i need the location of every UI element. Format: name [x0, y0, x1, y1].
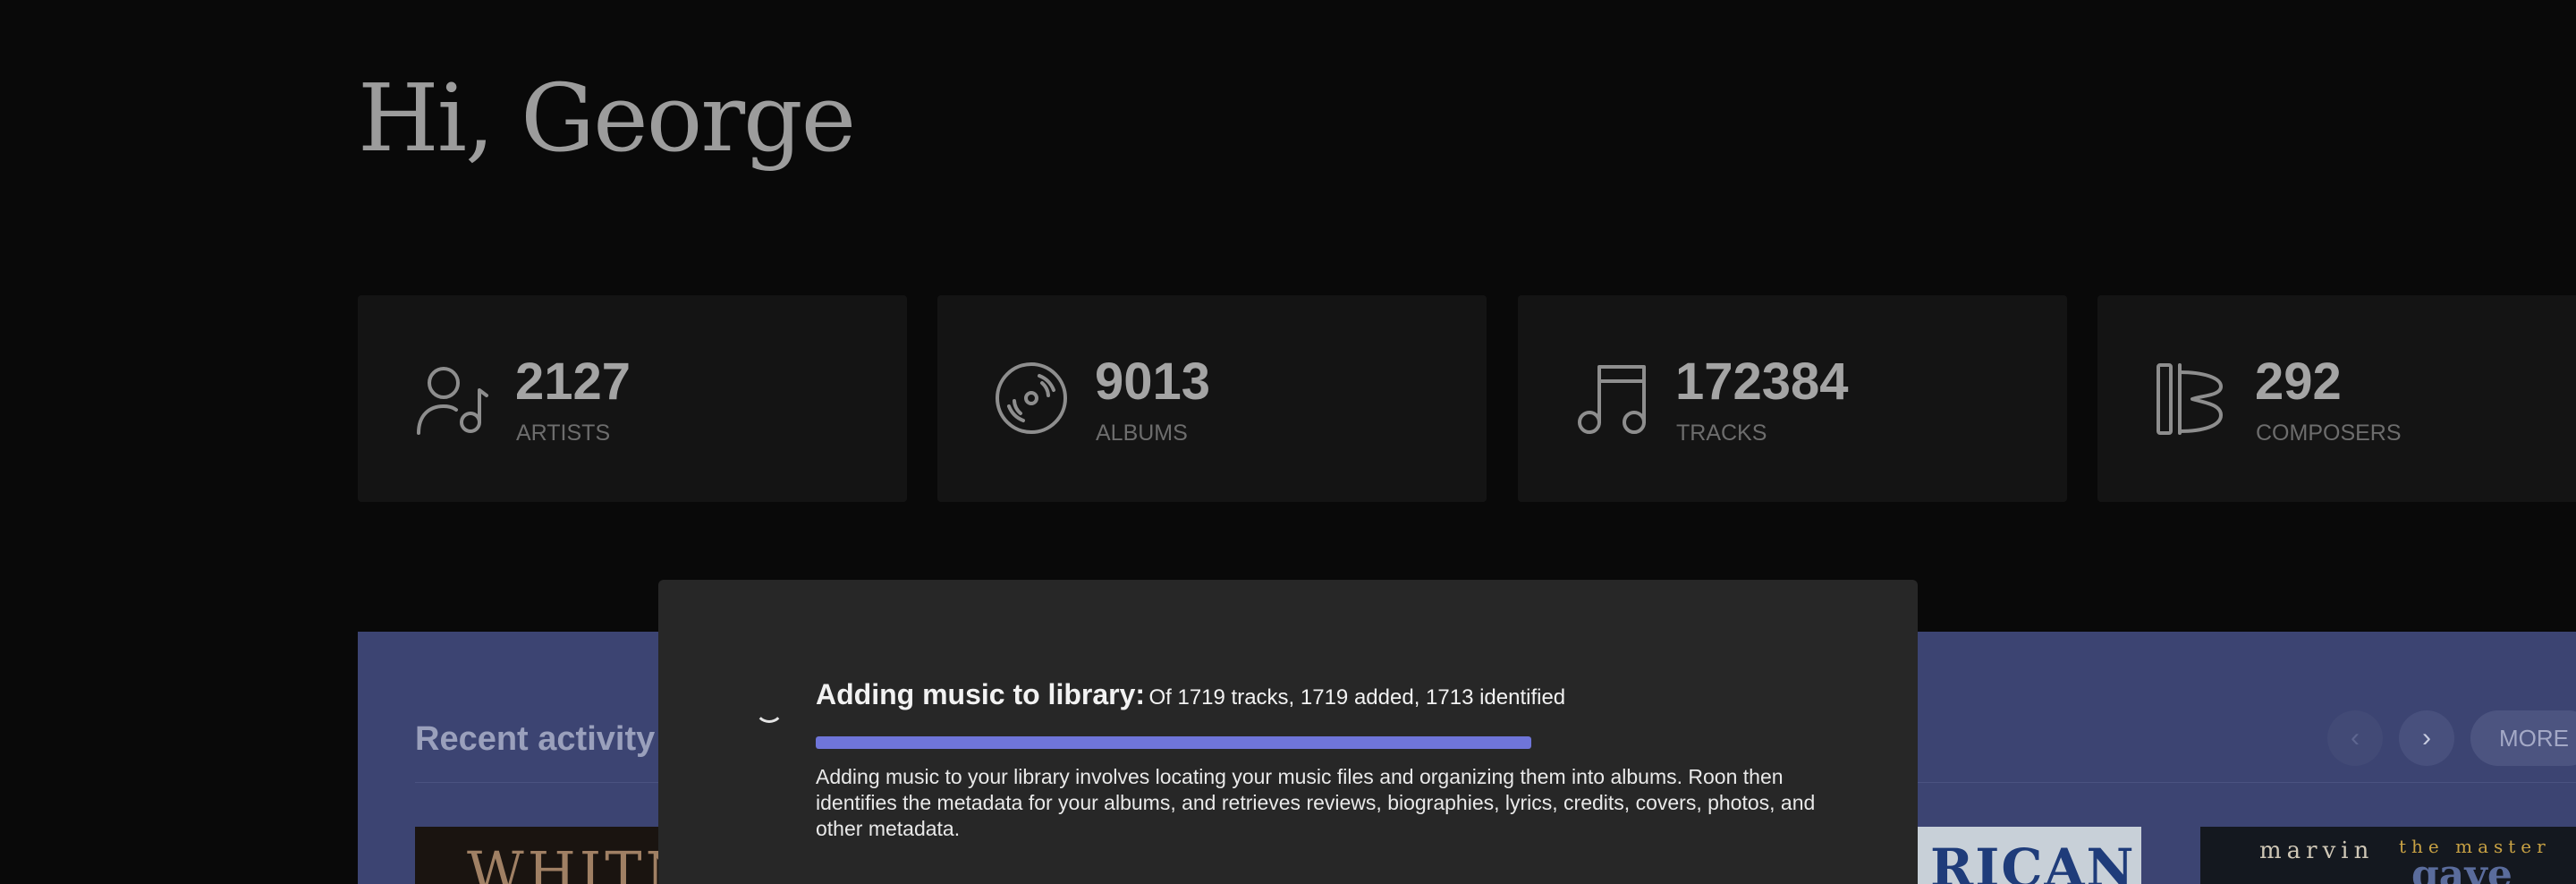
tracks-label: TRACKS [1676, 421, 1767, 446]
composer-icon [2153, 360, 2230, 437]
artists-count: 2127 [515, 353, 631, 411]
import-progress-bar [816, 736, 1531, 749]
album-cover-text: RICAN [1930, 837, 2136, 884]
album-cover-text: WHITN [467, 839, 683, 884]
music-note-icon [1573, 360, 1650, 437]
stat-card-artists[interactable]: 2127 ARTISTS [358, 295, 907, 502]
previous-button[interactable]: ‹ [2327, 710, 2383, 766]
loading-spinner-icon [755, 694, 784, 723]
artist-icon [413, 360, 490, 437]
stat-card-composers[interactable]: 292 COMPOSERS [2097, 295, 2576, 502]
albums-label: ALBUMS [1096, 421, 1188, 446]
artists-label: ARTISTS [516, 421, 611, 446]
import-progress-dialog: Adding music to library: Of 1719 tracks,… [658, 580, 1918, 884]
stat-card-tracks[interactable]: 172384 TRACKS [1518, 295, 2067, 502]
composers-count: 292 [2255, 353, 2342, 411]
album-cover-text: marvin [2259, 837, 2375, 864]
albums-count: 9013 [1095, 353, 1211, 411]
import-progress-fill [816, 736, 1531, 749]
dialog-heading: Adding music to library: [816, 678, 1146, 710]
chevron-right-icon: › [2422, 723, 2431, 752]
album-disc-icon [993, 360, 1070, 437]
chevron-left-icon: ‹ [2351, 723, 2360, 752]
import-status-text: Of 1719 tracks, 1719 added, 1713 identif… [1148, 685, 1566, 710]
next-button[interactable]: › [2399, 710, 2454, 766]
album-cover[interactable]: marvin the master gaye [2200, 827, 2576, 884]
album-cover[interactable]: WHITN [415, 827, 683, 884]
greeting-title: Hi, George [358, 64, 856, 173]
album-cover[interactable]: RICAN [1905, 827, 2141, 884]
album-cover-text: gaye [2411, 852, 2512, 884]
more-button[interactable]: MORE [2470, 710, 2576, 766]
recent-activity-title: Recent activity [415, 720, 656, 758]
composers-label: COMPOSERS [2256, 421, 2402, 446]
dialog-description: Adding music to your library involves lo… [816, 765, 1816, 840]
dialog-title: Adding music to library: Of 1719 tracks,… [816, 676, 1565, 718]
stat-card-albums[interactable]: 9013 ALBUMS [937, 295, 1487, 502]
tracks-count: 172384 [1675, 353, 1849, 411]
